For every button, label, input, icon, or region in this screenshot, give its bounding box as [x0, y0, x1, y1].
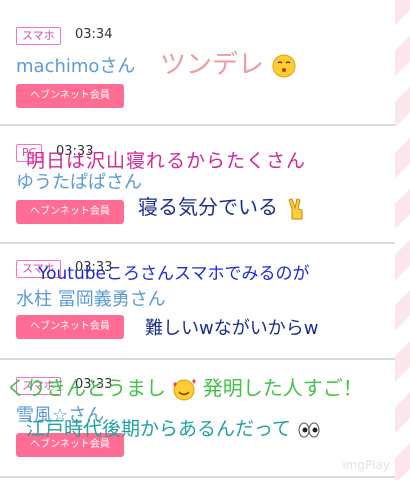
divider [0, 476, 395, 478]
overlay-caption: Youtubeころさんスマホでみるのが [38, 264, 310, 284]
overlay-caption: くりきんとうまし 発明した人すご！ [6, 372, 363, 402]
decorative-stripe [395, 0, 410, 480]
user-name[interactable]: machimoさん [16, 52, 135, 78]
member-button[interactable]: ヘブンネット会員 [16, 200, 124, 224]
member-button[interactable]: ヘブンネット会員 [16, 315, 124, 339]
overlay-text: ツンデレ [160, 50, 265, 80]
post-time: 03:34 [75, 27, 113, 42]
victory-hand-icon [288, 197, 303, 219]
overlay-text: 発明した人すご！ [202, 376, 363, 400]
overlay-caption: 江戸時代後期からあるんだって [26, 414, 321, 442]
kiss-emoji-icon [272, 54, 296, 77]
user-name[interactable]: 水柱 冨岡義勇さん [16, 285, 166, 311]
watermark: imgPlay [342, 458, 390, 472]
overlay-caption: ツンデレ [160, 44, 296, 81]
device-badge: スマホ [16, 27, 61, 45]
overlay-caption: 難しいwながいからw [145, 318, 319, 339]
smiling-hearts-icon [173, 378, 197, 400]
overlay-caption: 寝る気分でいる [138, 191, 308, 221]
overlay-caption: 明日は沢山寝れるからたくさん [26, 150, 307, 172]
member-button[interactable]: ヘブンネット会員 [16, 84, 124, 108]
post-card: PC 03:33 ゆうたぱぱさん ヘブンネット会員 [0, 126, 395, 242]
overlay-text: 江戸時代後期からあるんだって [26, 418, 292, 440]
overlay-text: 寝る気分でいる [138, 195, 278, 219]
overlay-text: くりきんとうまし [6, 376, 166, 400]
eyes-icon [298, 422, 320, 437]
